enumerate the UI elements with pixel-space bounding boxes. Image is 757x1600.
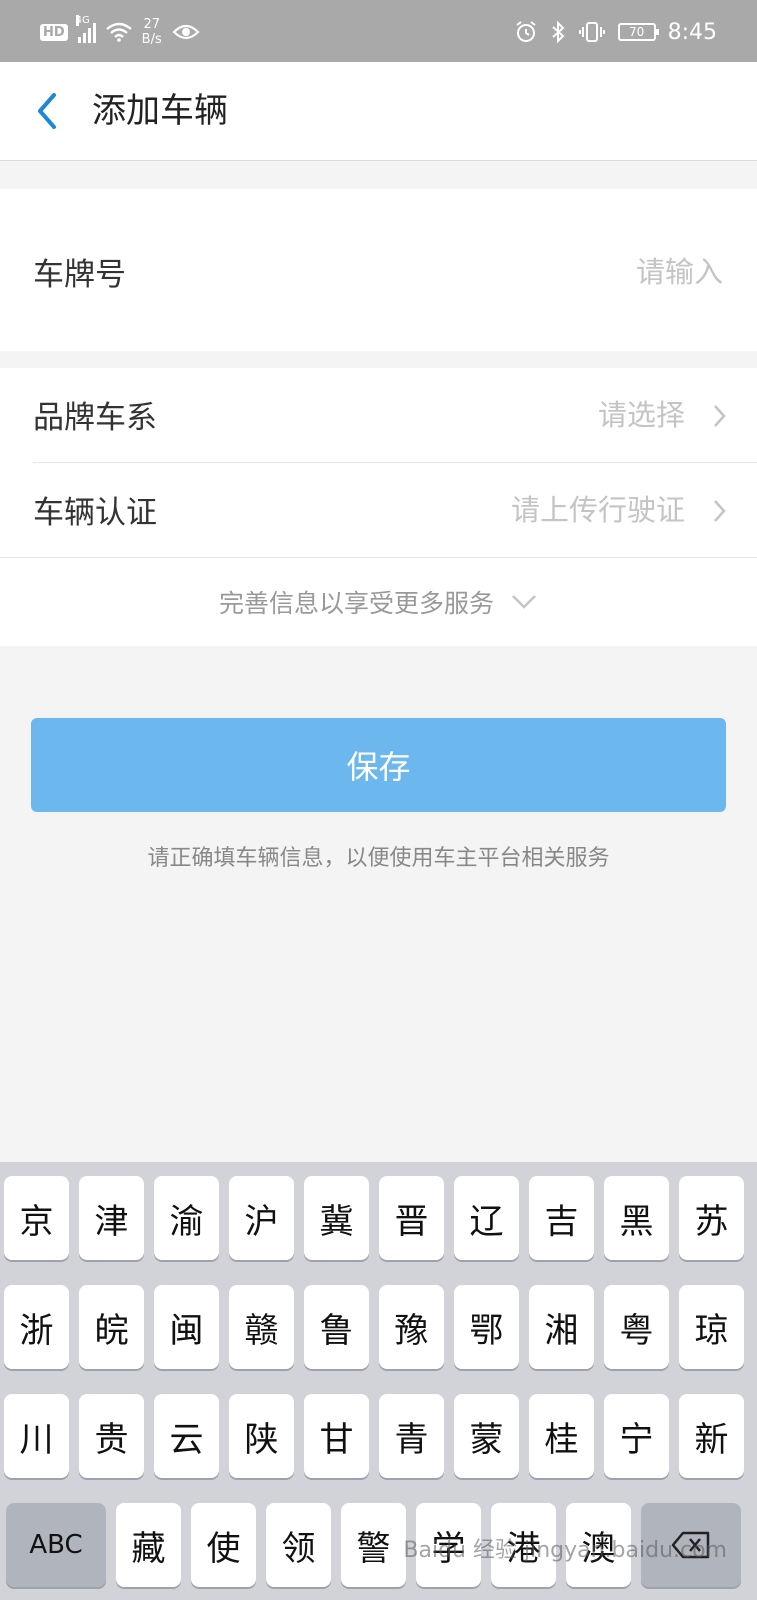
brand-series-row[interactable]: 品牌车系 请选择 xyxy=(0,368,757,462)
plate-number-input[interactable]: 请输入 xyxy=(636,249,723,291)
keyboard-key[interactable]: 闽 xyxy=(154,1285,219,1369)
keyboard-key[interactable]: 新 xyxy=(679,1394,744,1478)
plate-number-label: 车牌号 xyxy=(33,257,126,293)
abc-key[interactable]: ABC xyxy=(6,1503,106,1587)
signal-icon: 4G xyxy=(75,15,96,43)
keyboard-key[interactable]: 苏 xyxy=(679,1176,744,1260)
keyboard-row-3: 川贵云陕甘青蒙桂宁新 xyxy=(4,1394,744,1478)
vehicle-certification-label: 车辆认证 xyxy=(33,495,157,531)
brand-series-value: 请选择 xyxy=(597,398,685,432)
eye-icon xyxy=(172,24,200,40)
keyboard-key[interactable]: 使 xyxy=(191,1503,256,1587)
chevron-right-icon xyxy=(714,500,726,522)
keyboard-key[interactable]: 蒙 xyxy=(454,1394,519,1478)
chevron-down-icon xyxy=(512,595,536,609)
keyboard-key[interactable]: 沪 xyxy=(229,1176,294,1260)
province-keyboard: 京津渝沪冀晋辽吉黑苏 浙皖闽赣鲁豫鄂湘粤琼 川贵云陕甘青蒙桂宁新 ABC 藏使领… xyxy=(0,1162,757,1600)
vehicle-certification-value: 请上传行驶证 xyxy=(510,493,685,527)
hd-badge: HD xyxy=(40,23,68,41)
keyboard-key[interactable]: 冀 xyxy=(304,1176,369,1260)
wifi-icon xyxy=(105,22,132,42)
keyboard-key[interactable]: 湘 xyxy=(529,1285,594,1369)
title-bar: 添加车辆 xyxy=(0,62,757,161)
vibrate-icon xyxy=(578,22,605,42)
more-info-label: 完善信息以享受更多服务 xyxy=(218,589,494,618)
keyboard-key[interactable]: 鲁 xyxy=(304,1285,369,1369)
keyboard-key[interactable]: 浙 xyxy=(4,1285,69,1369)
keyboard-key[interactable]: 陕 xyxy=(229,1394,294,1478)
chevron-right-icon xyxy=(714,405,726,427)
keyboard-key[interactable]: 辽 xyxy=(454,1176,519,1260)
keyboard-key[interactable]: 晋 xyxy=(379,1176,444,1260)
save-button[interactable]: 保存 xyxy=(31,718,726,812)
keyboard-key[interactable]: 宁 xyxy=(604,1394,669,1478)
keyboard-row-2: 浙皖闽赣鲁豫鄂湘粤琼 xyxy=(4,1285,744,1369)
back-button[interactable] xyxy=(28,88,68,134)
keyboard-key[interactable]: 云 xyxy=(154,1394,219,1478)
keyboard-key[interactable]: 皖 xyxy=(79,1285,144,1369)
keyboard-key[interactable]: 鄂 xyxy=(454,1285,519,1369)
battery-icon: 70 xyxy=(617,23,659,41)
status-time: 8:45 xyxy=(667,19,717,45)
keyboard-key[interactable]: 豫 xyxy=(379,1285,444,1369)
keyboard-key[interactable]: 桂 xyxy=(529,1394,594,1478)
keyboard-key[interactable]: 琼 xyxy=(679,1285,744,1369)
keyboard-key[interactable]: 京 xyxy=(4,1176,69,1260)
keyboard-key[interactable]: 甘 xyxy=(304,1394,369,1478)
page-title: 添加车辆 xyxy=(92,91,228,131)
keyboard-key[interactable]: 贵 xyxy=(79,1394,144,1478)
keyboard-key[interactable]: 黑 xyxy=(604,1176,669,1260)
bluetooth-icon xyxy=(551,20,565,44)
keyboard-key[interactable]: 藏 xyxy=(116,1503,181,1587)
hint-text: 请正确填车辆信息，以便使用车主平台相关服务 xyxy=(147,846,610,871)
vehicle-info-card: 品牌车系 请选择 车辆认证 请上传行驶证 完善信息以享受更多服务 xyxy=(0,368,757,646)
status-bar: HD 4G 27 B/s 70 8:45 xyxy=(0,0,757,62)
keyboard-key[interactable]: 青 xyxy=(379,1394,444,1478)
keyboard-key[interactable]: 警 xyxy=(341,1503,406,1587)
brand-series-label: 品牌车系 xyxy=(33,400,157,436)
network-speed: 27 B/s xyxy=(141,17,162,47)
vehicle-certification-row[interactable]: 车辆认证 请上传行驶证 xyxy=(0,463,757,557)
chevron-left-icon xyxy=(38,93,56,129)
keyboard-row-1: 京津渝沪冀晋辽吉黑苏 xyxy=(4,1176,744,1260)
baidu-watermark: Baidu 经验 jingyan.baidu.com xyxy=(403,1538,727,1563)
alarm-icon xyxy=(515,21,536,42)
keyboard-key[interactable]: 吉 xyxy=(529,1176,594,1260)
more-info-toggle[interactable]: 完善信息以享受更多服务 xyxy=(0,558,757,646)
keyboard-key[interactable]: 津 xyxy=(79,1176,144,1260)
keyboard-key[interactable]: 赣 xyxy=(229,1285,294,1369)
keyboard-key[interactable]: 粤 xyxy=(604,1285,669,1369)
plate-number-row[interactable]: 车牌号 请输入 xyxy=(0,189,757,351)
keyboard-key[interactable]: 领 xyxy=(266,1503,331,1587)
keyboard-key[interactable]: 川 xyxy=(4,1394,69,1478)
keyboard-key[interactable]: 渝 xyxy=(154,1176,219,1260)
